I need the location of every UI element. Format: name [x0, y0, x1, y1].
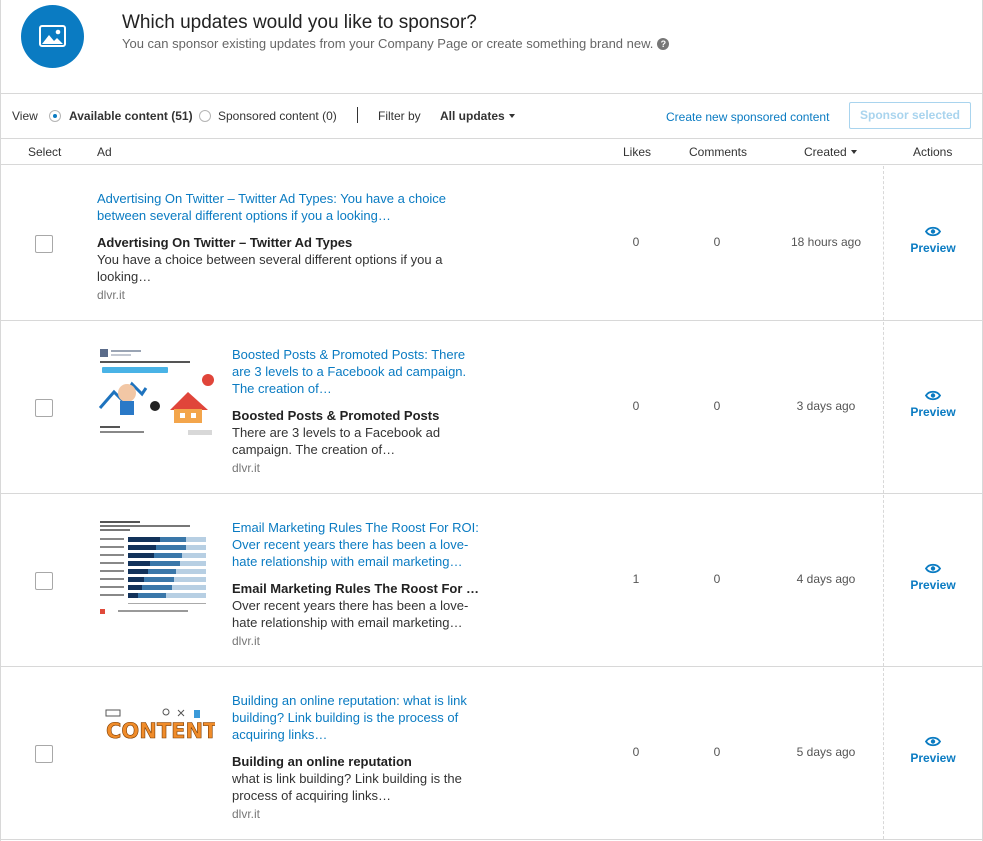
eye-icon — [925, 226, 941, 237]
ad-source: dlvr.it — [97, 288, 126, 302]
comments-count: 0 — [713, 235, 721, 249]
actions-divider — [883, 322, 884, 493]
preview-button[interactable]: Preview — [903, 563, 963, 592]
table-row: CONTENT Building an online reputation: w… — [1, 668, 983, 840]
ad-description: Over recent years there has been a love-… — [232, 598, 469, 630]
table-row: Boosted Posts & Promoted Posts: There ar… — [1, 322, 983, 494]
row-select-checkbox[interactable] — [35, 235, 53, 253]
likes-count: 0 — [632, 399, 640, 413]
column-select: Select — [28, 145, 62, 159]
filter-dropdown[interactable]: All updates — [440, 109, 515, 123]
panel-header: Which updates would you like to sponsor?… — [1, 0, 983, 94]
ad-link[interactable]: Email Marketing Rules The Roost For ROI:… — [232, 519, 492, 570]
preview-button[interactable]: Preview — [903, 226, 963, 255]
comments-count: 0 — [713, 399, 721, 413]
question-icon[interactable]: ? — [657, 38, 670, 50]
ad-description: There are 3 levels to a Facebook ad camp… — [232, 425, 441, 457]
ad-description: what is link building? Link building is … — [232, 771, 462, 803]
table-header: Select Ad Likes Comments Created Actions — [1, 140, 983, 165]
create-sponsored-content-link[interactable]: Create new sponsored content — [666, 110, 829, 124]
filter-toolbar: View Available content (51) Sponsored co… — [1, 95, 983, 139]
actions-divider — [883, 495, 884, 666]
content-logo-text: CONTENT — [106, 719, 215, 743]
chevron-down-icon — [508, 114, 515, 118]
sponsored-content-label[interactable]: Sponsored content (0) — [218, 109, 337, 123]
table-row: Email Marketing Rules The Roost For ROI:… — [1, 495, 983, 667]
ad-thumbnail: CONTENT — [98, 706, 218, 746]
view-label: View — [12, 109, 38, 123]
ad-title: Boosted Posts & Promoted Posts — [232, 408, 440, 423]
preview-button[interactable]: Preview — [903, 390, 963, 419]
row-select-checkbox[interactable] — [35, 572, 53, 590]
column-created[interactable]: Created — [804, 145, 857, 159]
ad-source: dlvr.it — [232, 807, 261, 821]
ad-source: dlvr.it — [232, 634, 261, 648]
ad-thumbnail — [98, 346, 215, 442]
ad-link[interactable]: Advertising On Twitter – Twitter Ad Type… — [97, 190, 467, 224]
likes-count: 0 — [632, 745, 640, 759]
ad-thumbnail — [98, 515, 215, 619]
preview-label: Preview — [910, 751, 956, 765]
eye-icon — [925, 736, 941, 747]
image-icon — [21, 5, 84, 68]
preview-button[interactable]: Preview — [903, 736, 963, 765]
comments-count: 0 — [713, 572, 721, 586]
sort-down-icon — [850, 150, 857, 154]
comments-count: 0 — [713, 745, 721, 759]
column-likes: Likes — [623, 145, 652, 159]
likes-count: 0 — [632, 235, 640, 249]
created-time: 3 days ago — [796, 399, 856, 413]
preview-label: Preview — [910, 241, 956, 255]
likes-count: 1 — [632, 572, 640, 586]
preview-label: Preview — [910, 578, 956, 592]
page-subtitle: You can sponsor existing updates from yo… — [122, 36, 670, 51]
column-actions: Actions — [913, 145, 953, 159]
ad-link[interactable]: Building an online reputation: what is l… — [232, 692, 482, 743]
ad-link[interactable]: Boosted Posts & Promoted Posts: There ar… — [232, 346, 482, 397]
available-content-label[interactable]: Available content (51) — [69, 109, 193, 123]
page-title: Which updates would you like to sponsor? — [122, 12, 477, 33]
filter-label: Filter by — [378, 109, 421, 123]
ad-title: Advertising On Twitter – Twitter Ad Type… — [97, 235, 353, 250]
sponsor-updates-panel: Which updates would you like to sponsor?… — [0, 0, 983, 841]
created-time: 4 days ago — [796, 572, 856, 586]
sponsor-selected-button[interactable]: Sponsor selected — [849, 102, 971, 129]
preview-label: Preview — [910, 405, 956, 419]
table-row: Advertising On Twitter – Twitter Ad Type… — [1, 166, 983, 321]
actions-divider — [883, 166, 884, 320]
ad-title: Building an online reputation — [232, 754, 412, 769]
column-created-label: Created — [804, 145, 847, 159]
eye-icon — [925, 563, 941, 574]
available-content-radio[interactable] — [49, 110, 61, 122]
ad-description: You have a choice between several differ… — [97, 252, 443, 284]
column-ad: Ad — [97, 145, 112, 159]
ad-title: Email Marketing Rules The Roost For … — [232, 581, 480, 596]
toolbar-divider — [357, 107, 358, 123]
created-time: 5 days ago — [796, 745, 856, 759]
row-select-checkbox[interactable] — [35, 399, 53, 417]
actions-divider — [883, 668, 884, 839]
eye-icon — [925, 390, 941, 401]
subtitle-text: You can sponsor existing updates from yo… — [122, 36, 654, 51]
ad-source: dlvr.it — [232, 461, 261, 475]
created-time: 18 hours ago — [790, 235, 862, 249]
sponsored-content-radio[interactable] — [199, 110, 211, 122]
row-select-checkbox[interactable] — [35, 745, 53, 763]
filter-value: All updates — [440, 109, 505, 123]
column-comments: Comments — [689, 145, 748, 159]
